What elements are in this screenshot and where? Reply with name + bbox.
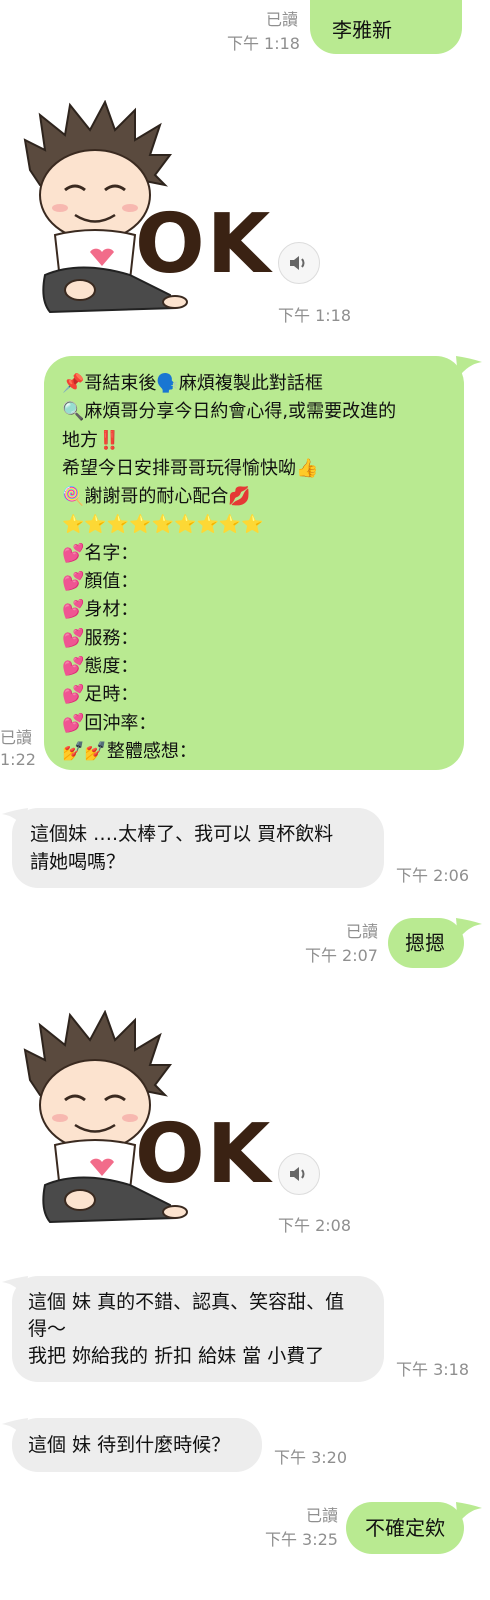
message-line: 我把 妳給我的 折扣 給妹 當 小費了 bbox=[28, 1345, 325, 1367]
message-text: 這個 妹 待到什麼時候？ bbox=[28, 1434, 231, 1456]
read-status: 已讀 bbox=[345, 922, 378, 941]
message-line: 💕服務： bbox=[62, 627, 139, 649]
message-line: 💕身材： bbox=[62, 599, 139, 621]
message-text: 這個 妹 真的不錯、認真、笑容甜、值 得～ 我把 妳給我的 折扣 給妹 當 小費… bbox=[28, 1289, 344, 1370]
bubble-tail bbox=[456, 918, 482, 940]
message-line: 希望今日安排哥哥玩得愉快呦👍 bbox=[62, 457, 319, 479]
sticker-sound-button[interactable] bbox=[278, 1153, 320, 1195]
message-line: 💕顏值： bbox=[62, 571, 139, 593]
ok-sticker[interactable]: OK bbox=[20, 100, 270, 325]
message-line: 地方‼️ bbox=[62, 429, 121, 451]
message-line: 📌哥結束後🗣️麻煩複製此對話框 bbox=[62, 373, 323, 394]
outgoing-bubble[interactable]: 摁摁 bbox=[388, 918, 464, 968]
message-line: 這個 妹 真的不錯、認真、笑容甜、值 bbox=[28, 1291, 345, 1313]
message-text: 這個妹 ….太棒了、我可以 買杯飲料 請她喝嗎？ bbox=[30, 820, 333, 876]
outgoing-bubble[interactable]: 📌哥結束後🗣️麻煩複製此對話框 🔍麻煩哥分享今日約會心得,或需要改進的 地方‼️… bbox=[44, 356, 464, 770]
message-line: 💕回沖率： bbox=[62, 712, 157, 734]
sticker-ok-text: OK bbox=[135, 197, 273, 292]
message-line: 請她喝嗎？ bbox=[30, 851, 126, 873]
message-time: 下午 3:18 bbox=[396, 1360, 470, 1379]
message-line: 💅💅整體感想： bbox=[62, 740, 197, 762]
read-status: 已讀 bbox=[0, 728, 33, 747]
message-line: 這個妹 ….太棒了、我可以 買杯飲料 bbox=[30, 823, 334, 845]
message-line: 💕足時： bbox=[62, 684, 139, 706]
read-status: 已讀 bbox=[265, 10, 298, 29]
sticker-ok-text: OK bbox=[135, 1107, 273, 1202]
bubble-tail bbox=[456, 356, 482, 378]
ok-sticker[interactable]: OK bbox=[20, 1010, 270, 1235]
message-text: 📌哥結束後🗣️麻煩複製此對話框 🔍麻煩哥分享今日約會心得,或需要改進的 地方‼️… bbox=[62, 370, 396, 766]
message-text: 摁摁 bbox=[405, 931, 445, 955]
incoming-bubble[interactable]: 這個 妹 真的不錯、認真、笑容甜、值 得～ 我把 妳給我的 折扣 給妹 當 小費… bbox=[12, 1276, 384, 1382]
message-time: 下午 2:08 bbox=[278, 1216, 352, 1235]
read-status: 已讀 bbox=[305, 1506, 338, 1525]
outgoing-bubble[interactable]: 李雅新 bbox=[310, 0, 462, 54]
message-time: 下午 2:06 bbox=[396, 866, 470, 885]
message-text: 李雅新 bbox=[332, 18, 392, 42]
message-line: 🔍麻煩哥分享今日約會心得,或需要改進的 bbox=[62, 401, 397, 423]
incoming-bubble[interactable]: 這個 妹 待到什麼時候？ bbox=[12, 1418, 262, 1472]
message-text: 不確定欸 bbox=[365, 1516, 445, 1540]
message-time: 下午 3:20 bbox=[274, 1448, 348, 1467]
message-line: 💕態度： bbox=[62, 655, 139, 677]
message-time: 下午 3:25 bbox=[264, 1530, 338, 1549]
message-time: 下午 1:18 bbox=[226, 34, 300, 53]
message-line: ⭐⭐⭐⭐⭐⭐⭐⭐⭐ bbox=[62, 514, 264, 536]
speaker-icon bbox=[290, 1167, 305, 1181]
message-line: 🍭謝謝哥的耐心配合💋 bbox=[62, 486, 251, 508]
incoming-bubble[interactable]: 這個妹 ….太棒了、我可以 買杯飲料 請她喝嗎？ bbox=[12, 808, 384, 888]
outgoing-bubble[interactable]: 不確定欸 bbox=[346, 1502, 464, 1554]
message-line: 💕名字： bbox=[62, 542, 139, 564]
message-line: 得～ bbox=[28, 1318, 67, 1340]
sticker-sound-button[interactable] bbox=[278, 242, 320, 284]
message-time: 下午 1:18 bbox=[278, 306, 352, 325]
message-time: 1:22 bbox=[0, 750, 36, 769]
bubble-tail bbox=[456, 1502, 482, 1524]
message-time: 下午 2:07 bbox=[304, 946, 378, 965]
speaker-icon bbox=[290, 256, 305, 270]
